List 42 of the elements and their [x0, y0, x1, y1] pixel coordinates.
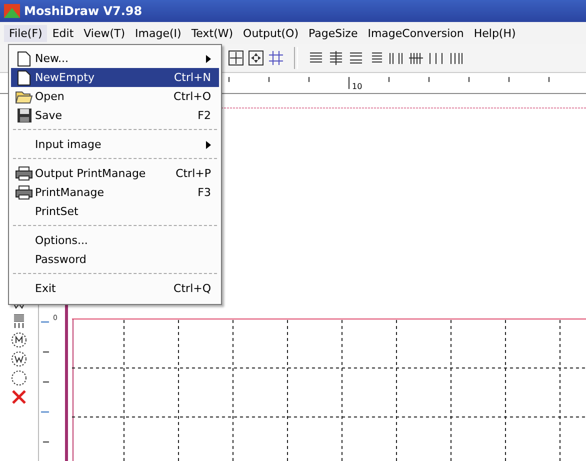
circle-m-icon[interactable] — [11, 332, 27, 348]
menu-item[interactable]: Help(H) — [468, 24, 521, 42]
folder-icon — [15, 90, 33, 104]
menu-entry[interactable]: PrintSet — [11, 202, 219, 221]
vertical-lines-icon[interactable] — [408, 50, 424, 66]
grid-icon[interactable] — [268, 50, 284, 66]
menu-entry[interactable]: NewEmpty Ctrl+N — [11, 68, 219, 87]
menu-item[interactable]: Edit — [47, 24, 79, 42]
align-center-icon[interactable] — [328, 50, 344, 66]
menu-entry[interactable]: Open Ctrl+O — [11, 87, 219, 106]
menu-item[interactable]: Output(O) — [238, 24, 304, 42]
document-icon — [17, 70, 31, 86]
ruler-label: 10 — [352, 82, 362, 91]
menu-entry[interactable]: Input image — [11, 135, 219, 154]
vertical-lines-icon[interactable] — [448, 50, 464, 66]
menu-item[interactable]: PageSize — [304, 24, 363, 42]
printer-icon — [15, 166, 33, 181]
document-icon — [17, 50, 31, 66]
delete-icon[interactable] — [11, 389, 27, 405]
menu-item[interactable]: ImageConversion — [362, 24, 469, 42]
menu-item[interactable]: View(T) — [78, 24, 130, 42]
text-lines-icon[interactable] — [11, 313, 27, 329]
menu-entry[interactable]: Save F2 — [11, 106, 219, 125]
fit-icon[interactable] — [228, 50, 244, 66]
move-icon[interactable] — [248, 50, 264, 66]
menu-item[interactable]: Text(W) — [186, 24, 238, 42]
menu-entry[interactable]: PrintManage F3 — [11, 183, 219, 202]
app-logo-icon — [4, 4, 20, 18]
menu-entry[interactable]: Password — [11, 250, 219, 269]
menu-entry[interactable]: Exit Ctrl+Q — [11, 279, 219, 298]
menu-entry[interactable]: New... — [11, 49, 219, 68]
printer-icon — [15, 185, 33, 200]
dotted-circle-icon[interactable] — [11, 370, 27, 386]
window-title: MoshiDraw V7.98 — [24, 4, 142, 18]
menu-entry[interactable]: Output PrintManage Ctrl+P — [11, 164, 219, 183]
menu-item[interactable]: File(F) — [4, 24, 48, 42]
menu-item[interactable]: Image(I) — [130, 24, 186, 42]
vertical-lines-icon[interactable] — [428, 50, 444, 66]
circle-w-icon[interactable] — [11, 351, 27, 367]
menu-entry[interactable]: Options... — [11, 231, 219, 250]
vertical-lines-icon[interactable] — [388, 50, 404, 66]
align-justify-icon[interactable] — [348, 50, 364, 66]
